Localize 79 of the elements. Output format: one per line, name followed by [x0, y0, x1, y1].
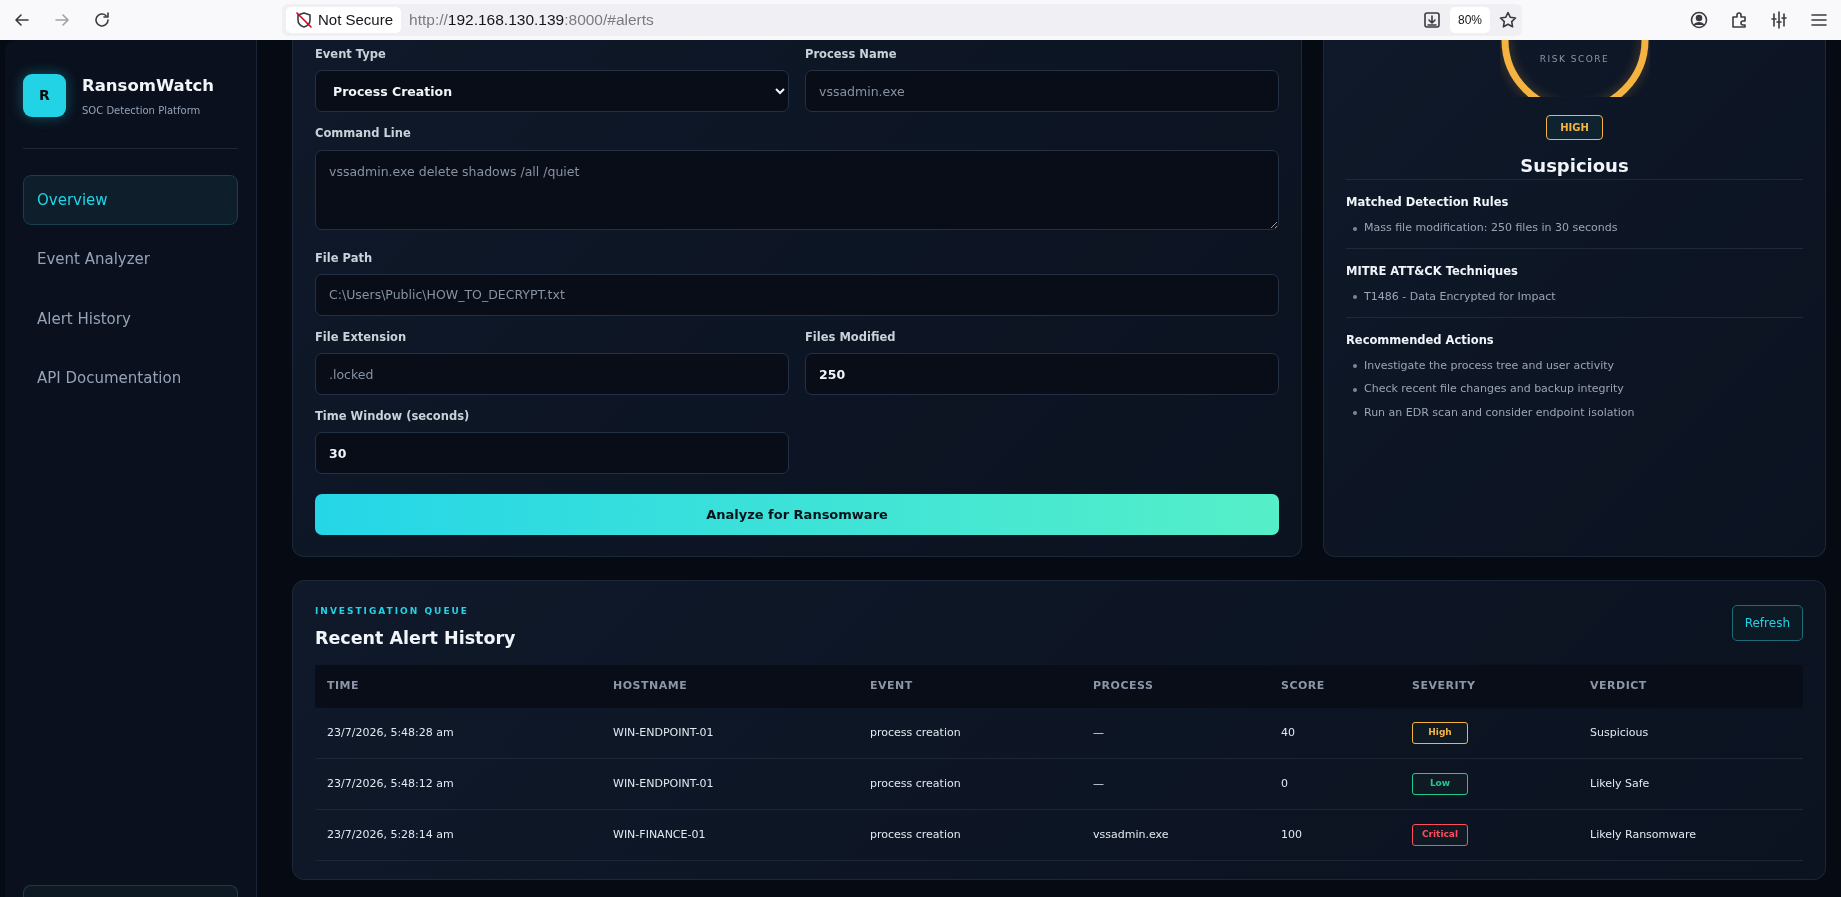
table-cell: —	[1081, 758, 1269, 810]
number-field[interactable]: 30	[315, 432, 789, 475]
table-cell: 23/7/2026, 5:28:14 am	[315, 809, 601, 861]
sidebar-item[interactable]: API Documentation	[23, 353, 238, 404]
download-icon[interactable]	[1421, 10, 1442, 30]
section-title: Recent Alert History	[315, 626, 516, 650]
reload-icon[interactable]	[92, 10, 112, 30]
column-header: SCORE	[1269, 665, 1400, 708]
field-label: Files Modified	[805, 328, 897, 346]
section-eyebrow: INVESTIGATION QUEUE	[315, 605, 470, 619]
verdict-text: Suspicious	[1519, 154, 1630, 178]
app-title: RansomWatch	[82, 75, 215, 97]
address-bar-url[interactable]: http://192.168.130.139:8000/#alerts	[409, 8, 1414, 32]
table-cell: process creation	[858, 809, 1081, 861]
column-header: PROCESS	[1081, 665, 1269, 708]
logo-icon: R	[23, 74, 66, 118]
app-subtitle: SOC Detection Platform	[82, 103, 202, 118]
list-item-text: Mass file modification: 250 files in 30 seconds	[1364, 220, 1618, 237]
table-cell: 100	[1269, 809, 1400, 861]
field-label: Command Line	[315, 125, 412, 143]
table-cell: WIN-ENDPOINT-01	[601, 758, 858, 810]
puzzle-icon[interactable]	[1729, 10, 1749, 30]
table-cell: 23/7/2026, 5:48:12 am	[315, 758, 601, 810]
field-label: File Path	[315, 249, 374, 267]
risk-score-label: RISK SCORE	[1538, 52, 1611, 66]
severity-badge: Low	[1412, 773, 1468, 795]
list-item-text: Investigate the process tree and user activity	[1364, 357, 1615, 374]
analyze-button[interactable]: Analyze for Ransomware	[315, 494, 1279, 536]
list-item-text: T1486 - Data Encrypted for Impact	[1364, 289, 1556, 305]
star-icon[interactable]	[1498, 10, 1518, 30]
table-cell: Likely Safe	[1578, 758, 1803, 810]
field-label: Event Type	[315, 46, 387, 63]
table-cell: process creation	[858, 758, 1081, 810]
column-header: HOSTNAME	[601, 665, 858, 708]
text-field[interactable]: vssadmin.exe	[805, 70, 1279, 113]
section-title: Matched Detection Rules	[1346, 194, 1510, 211]
text-field[interactable]: C:\Users\Public\HOW_TO_DECRYPT.txt	[315, 273, 1279, 316]
text-field[interactable]: .locked	[315, 353, 789, 395]
table-cell: 0	[1269, 758, 1400, 810]
column-header: EVENT	[858, 665, 1081, 708]
equalizer-icon[interactable]	[1769, 10, 1789, 30]
refresh-button[interactable]: Refresh	[1731, 605, 1803, 642]
table-cell: process creation	[858, 707, 1081, 759]
bullet-icon	[1353, 226, 1357, 231]
column-header: VERDICT	[1578, 665, 1803, 708]
zoom-level-button[interactable]: 80%	[1449, 7, 1490, 33]
command-line-field[interactable]: vssadmin.exe delete shadows /all /quiet	[315, 149, 1279, 230]
severity-badge: HIGH	[1546, 115, 1603, 140]
not-secure-button[interactable]: Not Secure	[286, 7, 402, 33]
table-cell: Suspicious	[1578, 707, 1803, 759]
bullet-icon	[1353, 387, 1357, 392]
table-cell: Likely Ransomware	[1578, 809, 1803, 861]
field-label: File Extension	[315, 328, 408, 346]
column-header: SEVERITY	[1400, 665, 1578, 708]
sidebar-item[interactable]: Overview	[23, 174, 238, 226]
table-cell: WIN-FINANCE-01	[601, 809, 858, 861]
account-icon[interactable]	[1689, 10, 1709, 30]
list-item-text: Run an EDR scan and consider endpoint isolation	[1364, 404, 1635, 421]
column-header: TIME	[315, 665, 601, 708]
table-cell: vssadmin.exe	[1081, 809, 1269, 861]
bullet-icon	[1353, 411, 1357, 415]
table-cell: WIN-ENDPOINT-01	[601, 707, 858, 759]
severity-badge: Critical	[1412, 824, 1468, 846]
bullet-icon	[1353, 295, 1357, 300]
list-item-text: Check recent file changes and backup integrity	[1364, 381, 1624, 398]
table-cell: —	[1081, 707, 1269, 759]
event-type-select[interactable]: Process Creation	[315, 70, 789, 113]
severity-badge: High	[1412, 722, 1468, 744]
sidebar-item[interactable]: Alert History	[23, 293, 238, 345]
field-label: Time Window (seconds)	[315, 408, 471, 425]
table-cell: 23/7/2026, 5:48:28 am	[315, 707, 601, 759]
bullet-icon	[1353, 364, 1357, 368]
section-title: Recommended Actions	[1346, 331, 1495, 349]
sidebar-item[interactable]: Event Analyzer	[23, 234, 238, 285]
section-title: MITRE ATT&CK Techniques	[1346, 262, 1519, 280]
number-field[interactable]: 250	[805, 353, 1279, 395]
table-cell: 40	[1269, 707, 1400, 759]
field-label: Process Name	[805, 46, 898, 63]
shield-slash-icon	[294, 10, 314, 30]
